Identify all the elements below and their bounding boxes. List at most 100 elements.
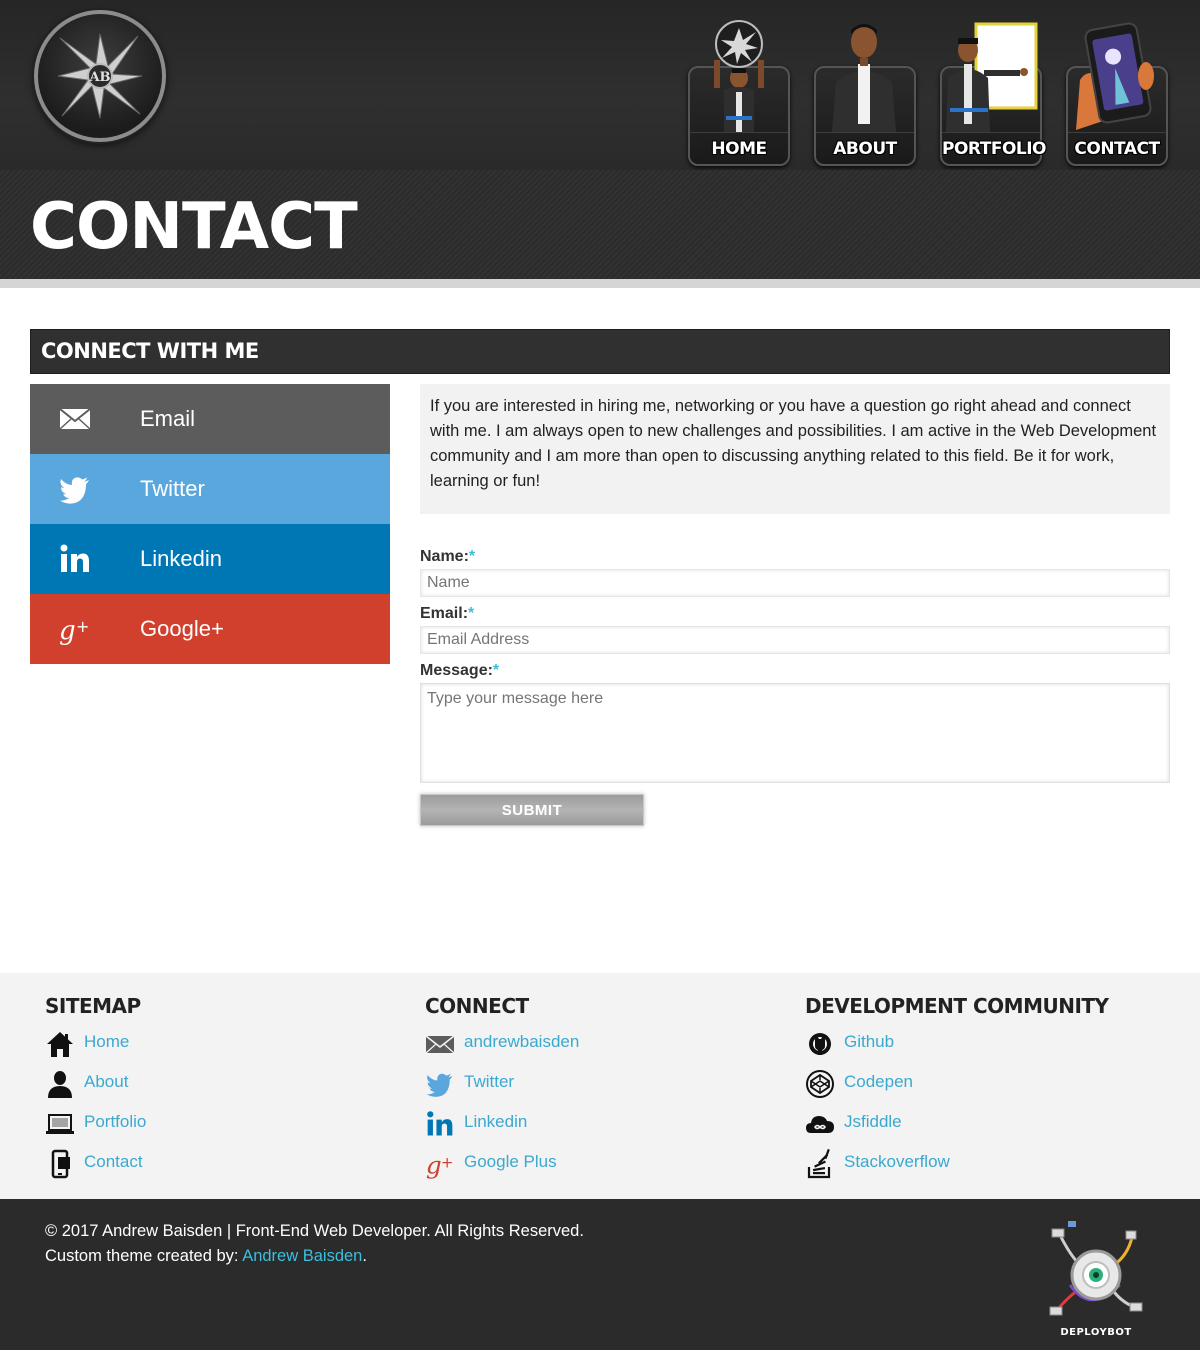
footer-link-jsfiddle[interactable]: Jsfiddle: [805, 1105, 1165, 1145]
svg-text:g: g: [59, 616, 76, 646]
title-divider: [0, 279, 1200, 288]
footer-link-contact[interactable]: Contact: [45, 1145, 405, 1185]
site-logo[interactable]: AB: [34, 10, 166, 142]
github-icon: [805, 1029, 835, 1059]
footer-connect-column: CONNECT andrewbaisden Twitter Linkedin g…: [425, 991, 785, 1185]
envelope-icon: [425, 1029, 455, 1059]
footer-link-home[interactable]: Home: [45, 1025, 405, 1065]
copyright-block: © 2017 Andrew Baisden | Front-End Web De…: [45, 1219, 584, 1269]
svg-text:+: +: [76, 617, 89, 636]
footer-link-label: Github: [844, 1032, 895, 1051]
codepen-icon: [805, 1069, 835, 1099]
submit-button[interactable]: SUBMIT: [420, 794, 644, 826]
nav-portfolio-label: PORTFOLIO: [942, 132, 1047, 164]
footer-link-label: Google Plus: [464, 1152, 557, 1171]
community-heading: DEVELOPMENT COMMUNITY: [805, 994, 1109, 1018]
social-buttons: Email Twitter Linkedin g + Google+: [30, 384, 390, 664]
google-plus-icon: g +: [425, 1149, 455, 1180]
footer-link-codepen[interactable]: Codepen: [805, 1065, 1165, 1105]
character-holding-logo-icon: [688, 20, 790, 132]
community-column: DEVELOPMENT COMMUNITY Github Codepen Jsf…: [805, 991, 1165, 1185]
message-textarea[interactable]: [420, 683, 1170, 783]
footer-links: SITEMAP Home About Portfolio Contact CON…: [0, 973, 1200, 1199]
jsfiddle-icon: [805, 1109, 835, 1139]
twitter-bird-icon: [58, 472, 92, 506]
footer-link-linkedin[interactable]: Linkedin: [425, 1105, 785, 1145]
phone-icon: [45, 1149, 75, 1179]
credit-suffix: .: [362, 1247, 367, 1265]
sitemap-heading: SITEMAP: [45, 994, 141, 1018]
connect-section-header: CONNECT WITH ME: [30, 329, 1170, 374]
contact-intro-box: If you are interested in hiring me, netw…: [420, 384, 1170, 514]
nav-home[interactable]: HOME: [688, 20, 790, 168]
footer-link-label: Stackoverflow: [844, 1152, 950, 1171]
laptop-icon: [45, 1109, 75, 1139]
deploybot-robot-icon: [1049, 1221, 1143, 1316]
required-asterisk: *: [468, 605, 475, 622]
footer-link-label: andrewbaisden: [464, 1032, 580, 1051]
footer-link-label: Home: [84, 1032, 130, 1051]
twitter-button-label: Twitter: [140, 476, 205, 501]
footer-link-label: Twitter: [464, 1072, 515, 1091]
svg-text:+: +: [441, 1154, 454, 1172]
deploybot-label: DEPLOYBOT: [1060, 1327, 1132, 1338]
envelope-icon: [58, 402, 92, 436]
footer-link-label: Linkedin: [464, 1112, 528, 1131]
footer-link-label: About: [84, 1072, 129, 1091]
nav-portfolio[interactable]: PORTFOLIO: [940, 20, 1047, 168]
footer-connect-heading: CONNECT: [425, 994, 529, 1018]
footer-link-email[interactable]: andrewbaisden: [425, 1025, 785, 1065]
linkedin-button-label: Linkedin: [140, 546, 222, 571]
nav-about-label: ABOUT: [816, 132, 914, 164]
site-header: AB HOME ABOUT PORTFOLIO CONTACT: [0, 0, 1200, 170]
credit-line: Custom theme created by: Andrew Baisden.: [45, 1244, 584, 1269]
twitter-button[interactable]: Twitter: [30, 454, 390, 524]
svg-text:g: g: [426, 1151, 442, 1179]
footer-link-github[interactable]: Github: [805, 1025, 1165, 1065]
footer-link-label: Contact: [84, 1152, 143, 1171]
required-asterisk: *: [468, 548, 476, 565]
stackoverflow-icon: [805, 1148, 835, 1179]
svg-text:AB: AB: [88, 70, 110, 85]
nav-contact-label: CONTACT: [1068, 132, 1166, 164]
deploybot-badge[interactable]: DEPLOYBOT: [1040, 1215, 1152, 1343]
footer-link-google-plus[interactable]: g + Google Plus: [425, 1145, 785, 1185]
house-icon: [45, 1029, 75, 1059]
footer-link-stackoverflow[interactable]: Stackoverflow: [805, 1145, 1165, 1185]
twitter-bird-icon: [425, 1069, 455, 1099]
message-label-text: Message:: [420, 662, 493, 679]
page-title: CONTACT: [30, 190, 358, 264]
credit-prefix: Custom theme created by:: [45, 1247, 243, 1265]
name-input[interactable]: [420, 569, 1170, 597]
connect-heading: CONNECT WITH ME: [41, 339, 259, 363]
footer-link-label: Jsfiddle: [844, 1112, 902, 1131]
nav-about[interactable]: ABOUT: [814, 20, 916, 168]
linkedin-button[interactable]: Linkedin: [30, 524, 390, 594]
footer-link-twitter[interactable]: Twitter: [425, 1065, 785, 1105]
character-portrait-icon: [814, 20, 916, 132]
required-asterisk: *: [492, 662, 500, 679]
footer-link-label: Portfolio: [84, 1112, 147, 1131]
google-plus-button[interactable]: g + Google+: [30, 594, 390, 664]
contact-intro-text: If you are interested in hiring me, netw…: [430, 397, 1157, 490]
nav-home-label: HOME: [690, 132, 788, 164]
message-label: Message:*: [420, 659, 1170, 683]
credit-author-link[interactable]: Andrew Baisden: [242, 1247, 362, 1265]
linkedin-icon: [425, 1109, 455, 1139]
email-input[interactable]: [420, 626, 1170, 654]
page-title-band: CONTACT: [0, 170, 1200, 280]
character-presenting-board-icon: [940, 20, 1042, 132]
email-button[interactable]: Email: [30, 384, 390, 454]
nav-contact[interactable]: CONTACT: [1066, 20, 1168, 168]
copyright-text: © 2017 Andrew Baisden | Front-End Web De…: [45, 1222, 584, 1240]
footer-link-about[interactable]: About: [45, 1065, 405, 1105]
footer-link-portfolio[interactable]: Portfolio: [45, 1105, 405, 1145]
linkedin-icon: [58, 542, 92, 576]
main-nav: HOME ABOUT PORTFOLIO CONTACT: [688, 20, 1168, 168]
google-plus-button-label: Google+: [140, 616, 224, 641]
ninja-star-logo-icon: AB: [57, 33, 143, 119]
google-plus-icon: g +: [58, 612, 92, 646]
name-label-text: Name:: [420, 548, 469, 565]
email-label: Email:*: [420, 602, 1170, 626]
name-label: Name:*: [420, 545, 1170, 569]
